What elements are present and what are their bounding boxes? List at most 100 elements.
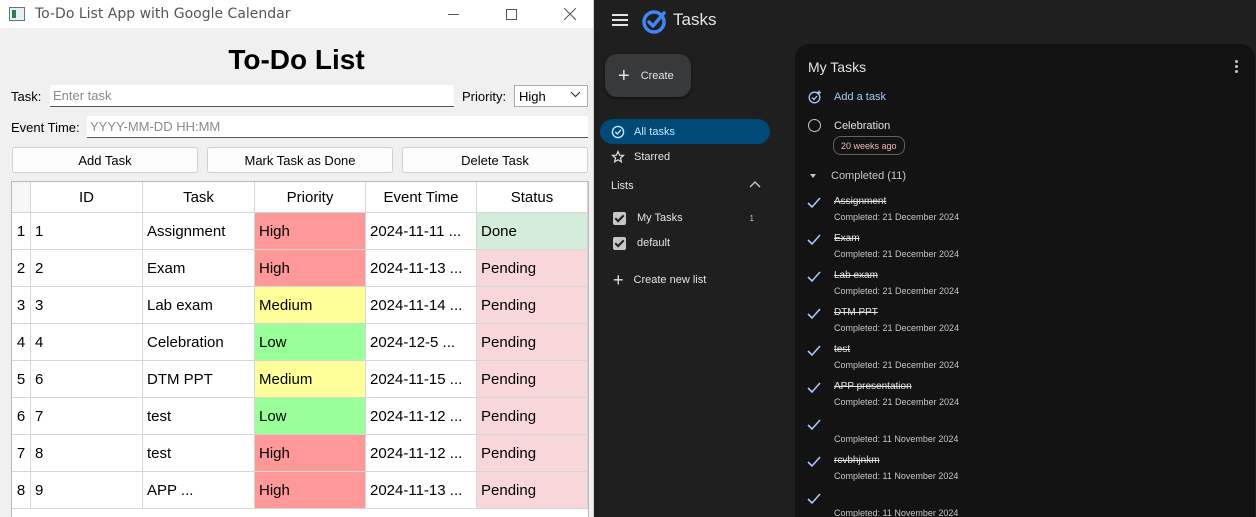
delete-task-button[interactable]: Delete Task (402, 147, 588, 173)
cell-priority[interactable]: Low (255, 324, 366, 361)
table-row[interactable]: 3 3 Lab exam Medium 2024-11-14 ... Pending (12, 287, 588, 324)
completed-task-item[interactable]: Assignment Completed: 21 December 2024 (807, 195, 1227, 229)
table-row[interactable]: 1 1 Assignment High 2024-11-11 ... Done (12, 213, 588, 250)
cell-priority[interactable]: High (255, 250, 366, 287)
cell-status[interactable]: Pending (477, 324, 588, 361)
table-row[interactable]: 7 8 test High 2024-11-12 ... Pending (12, 435, 588, 472)
cell-priority[interactable]: Medium (255, 287, 366, 324)
nav-all-tasks[interactable]: All tasks (600, 119, 770, 144)
table-row[interactable]: 2 2 Exam High 2024-11-13 ... Pending (12, 250, 588, 287)
row-number[interactable]: 4 (12, 324, 31, 361)
cell-event-time[interactable]: 2024-12-5 ... (366, 324, 477, 361)
column-header-status[interactable]: Status (477, 182, 588, 213)
completed-task-item[interactable]: Completed: 11 November 2024 (807, 491, 1227, 517)
mark-done-button[interactable]: Mark Task as Done (207, 147, 393, 173)
cell-status[interactable]: Done (477, 213, 588, 250)
checkmark-icon[interactable] (807, 419, 821, 431)
cell-id[interactable]: 3 (31, 287, 143, 324)
row-number[interactable]: 8 (12, 472, 31, 509)
cell-task[interactable]: APP ... (143, 472, 255, 509)
add-task-button[interactable]: Add Task (12, 147, 198, 173)
cell-task[interactable]: DTM PPT (143, 361, 255, 398)
row-number[interactable]: 5 (12, 361, 31, 398)
cell-task[interactable]: Celebration (143, 324, 255, 361)
cell-priority[interactable]: High (255, 435, 366, 472)
completed-task-item[interactable]: Exam Completed: 21 December 2024 (807, 232, 1227, 266)
checkmark-icon[interactable] (807, 493, 821, 505)
complete-toggle-icon[interactable] (808, 119, 821, 132)
column-header-event-time[interactable]: Event Time (366, 182, 477, 213)
cell-status[interactable]: Pending (477, 361, 588, 398)
checkmark-icon[interactable] (807, 234, 821, 246)
event-time-input[interactable]: YYYY-MM-DD HH:MM (87, 116, 588, 138)
cell-id[interactable]: 1 (31, 213, 143, 250)
menu-icon[interactable] (612, 14, 628, 26)
cell-id[interactable]: 2 (31, 250, 143, 287)
cell-priority[interactable]: Low (255, 398, 366, 435)
cell-event-time[interactable]: 2024-11-13 ... (366, 472, 477, 509)
create-button[interactable]: + Create (605, 54, 691, 97)
cell-event-time[interactable]: 2024-11-14 ... (366, 287, 477, 324)
cell-status[interactable]: Pending (477, 435, 588, 472)
cell-task[interactable]: test (143, 435, 255, 472)
checkmark-icon[interactable] (807, 271, 821, 283)
row-number[interactable]: 2 (12, 250, 31, 287)
table-row[interactable]: 6 7 test Low 2024-11-12 ... Pending (12, 398, 588, 435)
checkmark-icon[interactable] (807, 197, 821, 209)
completed-section-toggle[interactable]: Completed (11) (810, 170, 906, 182)
table-row[interactable]: 8 9 APP ... High 2024-11-13 ... Pending (12, 472, 588, 509)
cell-task[interactable]: Exam (143, 250, 255, 287)
completed-task-item[interactable]: test Completed: 21 December 2024 (807, 343, 1227, 377)
completed-task-item[interactable]: Completed: 11 November 2024 (807, 417, 1227, 451)
cell-status[interactable]: Pending (477, 287, 588, 324)
cell-status[interactable]: Pending (477, 398, 588, 435)
minimize-button[interactable] (430, 0, 476, 28)
checkmark-icon[interactable] (807, 382, 821, 394)
list-item-my-tasks[interactable]: My Tasks 1 (613, 209, 763, 227)
cell-event-time[interactable]: 2024-11-15 ... (366, 361, 477, 398)
add-task-button[interactable]: Add a task (808, 90, 886, 104)
maximize-button[interactable] (488, 0, 534, 28)
checkmark-icon[interactable] (807, 345, 821, 357)
column-header-task[interactable]: Task (143, 182, 255, 213)
cell-event-time[interactable]: 2024-11-12 ... (366, 435, 477, 472)
list-checkbox[interactable] (613, 236, 626, 250)
cell-event-time[interactable]: 2024-11-13 ... (366, 250, 477, 287)
more-options-icon[interactable] (1235, 60, 1239, 75)
cell-id[interactable]: 7 (31, 398, 143, 435)
row-number[interactable]: 6 (12, 398, 31, 435)
list-checkbox[interactable] (613, 211, 626, 225)
chevron-up-icon[interactable] (749, 180, 761, 188)
task-input[interactable]: Enter task (50, 85, 454, 107)
cell-priority[interactable]: High (255, 472, 366, 509)
row-number[interactable]: 7 (12, 435, 31, 472)
cell-event-time[interactable]: 2024-11-11 ... (366, 213, 477, 250)
column-header-id[interactable]: ID (31, 182, 143, 213)
cell-task[interactable]: test (143, 398, 255, 435)
cell-status[interactable]: Pending (477, 472, 588, 509)
completed-task-item[interactable]: Lab exam Completed: 21 December 2024 (807, 269, 1227, 303)
table-row[interactable]: 5 6 DTM PPT Medium 2024-11-15 ... Pending (12, 361, 588, 398)
cell-task[interactable]: Lab exam (143, 287, 255, 324)
cell-id[interactable]: 4 (31, 324, 143, 361)
pending-task-item[interactable]: Celebration (808, 119, 890, 132)
close-button[interactable] (547, 0, 593, 28)
priority-select[interactable]: High (514, 85, 588, 107)
table-row[interactable]: 4 4 Celebration Low 2024-12-5 ... Pending (12, 324, 588, 361)
completed-task-item[interactable]: APP presentation Completed: 21 December 2… (807, 380, 1227, 414)
cell-event-time[interactable]: 2024-11-12 ... (366, 398, 477, 435)
create-new-list-button[interactable]: + Create new list (613, 271, 706, 289)
due-date-chip[interactable]: 20 weeks ago (833, 136, 905, 155)
nav-starred[interactable]: Starred (600, 144, 770, 169)
cell-priority[interactable]: High (255, 213, 366, 250)
checkmark-icon[interactable] (807, 308, 821, 320)
cell-id[interactable]: 9 (31, 472, 143, 509)
row-number[interactable]: 3 (12, 287, 31, 324)
cell-id[interactable]: 6 (31, 361, 143, 398)
checkmark-icon[interactable] (807, 456, 821, 468)
cell-status[interactable]: Pending (477, 250, 588, 287)
completed-task-item[interactable]: rcvbhjnkm Completed: 11 November 2024 (807, 454, 1227, 488)
row-number[interactable]: 1 (12, 213, 31, 250)
completed-task-item[interactable]: DTM PPT Completed: 21 December 2024 (807, 306, 1227, 340)
table-corner[interactable] (12, 182, 31, 213)
